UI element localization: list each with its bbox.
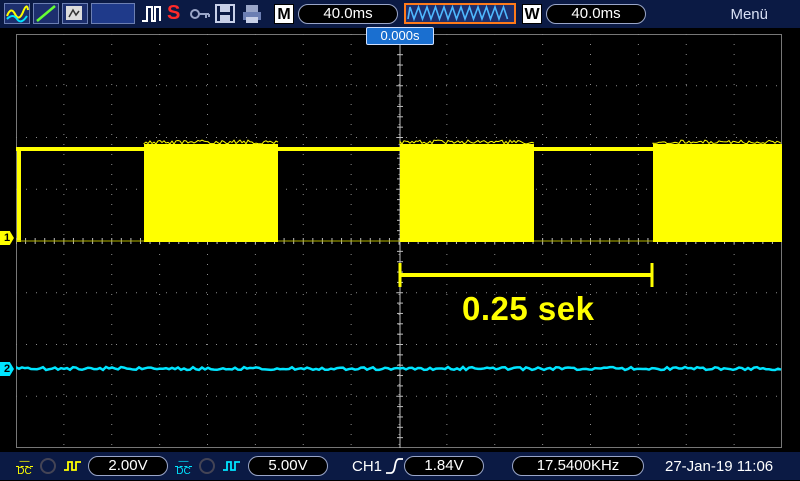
ch1-high-level — [534, 147, 653, 151]
trigger-edge-icon[interactable] — [384, 456, 404, 481]
timebase-main-label: M — [274, 4, 294, 24]
ch1-high-level — [278, 147, 400, 151]
ch1-high-level — [16, 147, 144, 151]
channel-2-marker[interactable]: 2 — [0, 362, 14, 376]
math-icon[interactable] — [91, 3, 135, 24]
ch1-initial-edge — [17, 148, 21, 242]
waveform-grid — [16, 34, 782, 448]
timebase-window-value[interactable]: 40.0ms — [546, 4, 646, 24]
frequency-counter: 17.5400KHz — [512, 456, 644, 476]
ch2-trace — [16, 367, 781, 370]
trigger-position-marker[interactable]: 0.000s — [366, 27, 434, 45]
ch2-invert-icon[interactable] — [222, 458, 242, 479]
waveform-icon[interactable] — [4, 3, 30, 24]
duration-annotation: 0.25 sek — [462, 290, 594, 328]
zoom-wave-icon[interactable] — [404, 3, 516, 24]
bottom-status-bar: — DC 2.00V — DC 5.00V CH1 1.84V 17.5400K… — [0, 452, 800, 480]
stop-icon[interactable]: S — [167, 3, 185, 24]
timebase-main-value[interactable]: 40.0ms — [298, 4, 398, 24]
ch1-burst — [400, 144, 534, 242]
cursor-icon[interactable] — [33, 3, 59, 24]
oscilloscope-display — [16, 34, 782, 448]
ch2-scale-value[interactable]: 5.00V — [248, 456, 328, 476]
timebase-window-label: W — [522, 4, 542, 24]
menu-button[interactable]: Menü — [730, 6, 768, 23]
ch1-noise — [144, 140, 278, 144]
top-toolbar: S M 40.0ms W 40.0ms Menü — [0, 0, 800, 28]
ch1-burst — [144, 144, 278, 242]
ch1-invert-icon[interactable] — [63, 458, 83, 479]
save-icon[interactable] — [214, 3, 236, 24]
ch1-bandwidth-icon[interactable] — [40, 458, 56, 474]
ch1-coupling-icon[interactable]: — DC — [16, 457, 33, 476]
screenshot-icon[interactable] — [62, 3, 88, 24]
ch2-bandwidth-icon[interactable] — [199, 458, 215, 474]
ch1-noise — [653, 140, 781, 144]
ch2-coupling-icon[interactable]: — DC — [175, 457, 192, 476]
key-icon[interactable] — [189, 3, 211, 24]
channel-1-marker[interactable]: 1 — [0, 231, 14, 245]
ch1-noise — [400, 140, 534, 144]
ch1-burst — [653, 144, 782, 242]
print-icon[interactable] — [240, 3, 264, 24]
trigger-level-value[interactable]: 1.84V — [404, 456, 484, 476]
trigger-source[interactable]: CH1 — [352, 458, 382, 475]
pulse-icon[interactable] — [140, 3, 164, 24]
ch1-scale-value[interactable]: 2.00V — [88, 456, 168, 476]
date-time: 27-Jan-19 11:06 — [665, 458, 773, 475]
